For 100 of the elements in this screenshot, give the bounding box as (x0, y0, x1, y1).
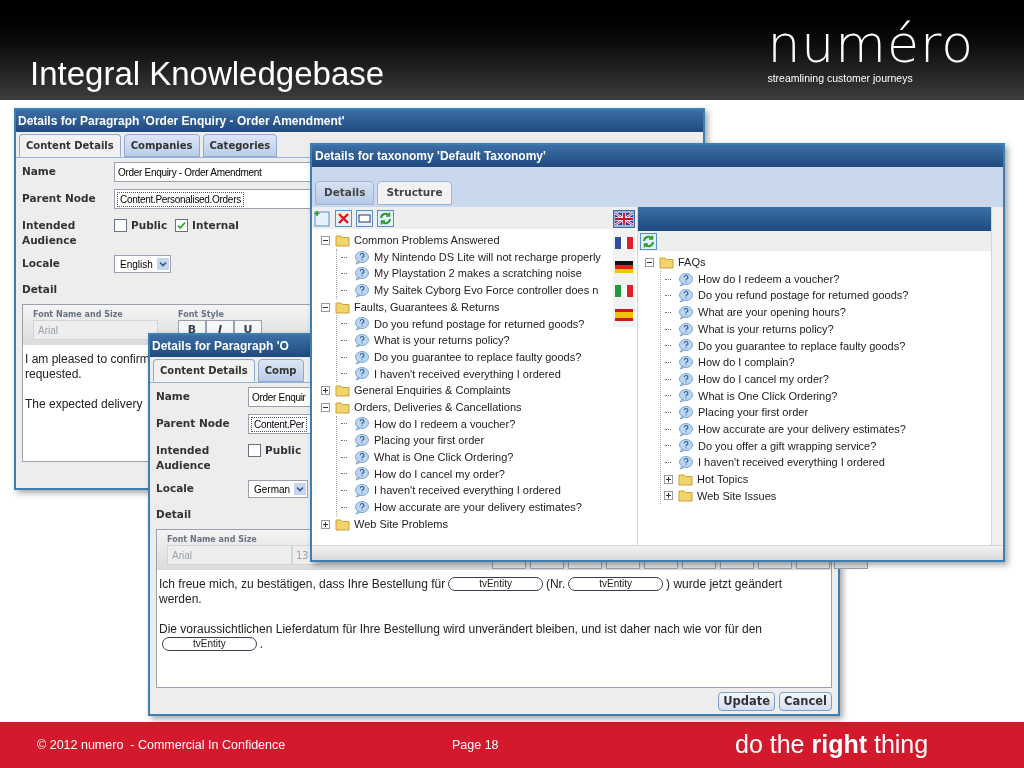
question-label[interactable]: What is your returns policy? (374, 332, 510, 349)
help-bubble-icon (678, 438, 694, 454)
help-bubble-icon (678, 304, 694, 320)
question-label[interactable]: Do you refund postage for returned goods? (374, 315, 585, 333)
help-bubble-icon (678, 455, 694, 471)
question-label[interactable]: My Nintendo DS Lite will not recharge properly (374, 248, 601, 266)
question-label[interactable]: How accurate are your delivery estimates? (698, 420, 906, 438)
editor-text: Ich freue mich, zu bestätigen, dass Ihre Bestellung für (159, 575, 446, 593)
collapse-icon[interactable] (644, 257, 654, 267)
add-icon[interactable] (314, 209, 331, 227)
tab[interactable]: Content Details (19, 134, 121, 157)
parent-node-value: Content.Personalised.Orders (117, 191, 244, 207)
folder-label[interactable]: Common Problems Answered (354, 232, 500, 249)
help-bubble-icon (354, 249, 370, 265)
editor-text: The expected delivery (25, 395, 143, 413)
folder-label[interactable]: Faults, Guarantees & Returns (354, 298, 500, 316)
expand-icon[interactable] (663, 474, 673, 484)
question-label[interactable]: I haven't received everything I ordered (374, 482, 561, 499)
checkbox-label: Internal (192, 218, 239, 233)
help-bubble-icon (678, 338, 694, 354)
collapse-icon[interactable] (320, 302, 330, 312)
question-label[interactable]: Do you refund postage for returned goods? (698, 287, 909, 304)
parent-node-value: Content.Per (251, 416, 308, 432)
editor-text: (Nr. (545, 575, 566, 593)
toolbar-label: Font Name and Size (33, 309, 124, 320)
collapse-icon[interactable] (320, 402, 330, 412)
help-bubble-icon (354, 332, 370, 348)
checkbox[interactable] (248, 444, 261, 458)
tab[interactable]: Comp (257, 359, 304, 382)
refresh-icon[interactable] (640, 232, 657, 250)
folder-label[interactable]: FAQs (678, 254, 706, 271)
locale-dropdown[interactable]: German (248, 480, 309, 498)
question-label[interactable]: Placing your first order (374, 432, 485, 449)
rename-icon[interactable] (356, 209, 373, 227)
vertical-scrollbar[interactable] (991, 207, 1003, 545)
collapse-icon[interactable] (320, 235, 330, 245)
folder-label[interactable]: Hot Topics (697, 471, 749, 488)
field-label: Name (156, 389, 191, 405)
question-label[interactable]: How do I redeem a voucher? (374, 415, 516, 433)
folder-label[interactable]: Web Site Issues (697, 487, 777, 505)
folder-label[interactable]: Web Site Problems (354, 515, 448, 533)
tab[interactable]: Content Details (153, 359, 255, 382)
question-label[interactable]: Placing your first order (698, 404, 809, 421)
question-label[interactable]: What is your returns policy? (698, 320, 834, 338)
checkbox-label: Public (265, 443, 302, 458)
help-bubble-icon (354, 316, 370, 332)
tab[interactable]: Categories (202, 134, 278, 157)
expand-icon[interactable] (663, 491, 673, 501)
window-title: Details for Paragraph 'Order Enquiry - Order Amendment' (16, 110, 703, 132)
tab[interactable]: Companies (123, 134, 200, 157)
help-bubble-icon (354, 483, 370, 499)
copyright-text: © 2012 numero - Commercial In Confidence (36, 736, 287, 754)
field-label: Locale (156, 481, 195, 497)
help-bubble-icon (678, 288, 694, 304)
expand-icon[interactable] (320, 519, 330, 529)
field-label: Detail (22, 282, 58, 298)
folder-label[interactable]: Orders, Deliveries & Cancellations (354, 398, 522, 416)
dialog-button[interactable]: Cancel (779, 691, 832, 711)
dialog-button[interactable]: Update (718, 691, 776, 711)
question-label[interactable]: I haven't received everything I ordered (374, 365, 561, 383)
question-label[interactable]: How do I cancel my order? (374, 465, 505, 483)
checkbox[interactable] (114, 219, 127, 233)
tab[interactable]: Structure (377, 181, 452, 205)
question-label[interactable]: My Playstation 2 makes a scratching noise (374, 265, 582, 282)
toolbar-label: Font Style (178, 309, 225, 320)
chevron-down-icon (294, 483, 307, 495)
question-label[interactable]: I haven't received everything I ordered (698, 454, 885, 471)
question-label[interactable]: How accurate are your delivery estimates? (374, 499, 582, 516)
folder-icon (335, 233, 350, 247)
checkbox[interactable] (175, 219, 189, 233)
question-label[interactable]: How do I complain? (698, 354, 795, 371)
field-label: Parent Node (156, 416, 231, 432)
help-bubble-icon (354, 433, 370, 449)
question-label[interactable]: What is One Click Ordering? (698, 387, 838, 405)
slide-title: Integral Knowledgebase (30, 54, 385, 94)
expand-icon[interactable] (320, 386, 330, 396)
help-bubble-icon (354, 449, 370, 465)
folder-icon (678, 472, 693, 486)
refresh-icon[interactable] (377, 209, 394, 227)
question-label[interactable]: How do I cancel my order? (698, 370, 829, 388)
field-label: Detail (156, 507, 192, 523)
question-label[interactable]: What is One Click Ordering? (374, 449, 514, 466)
locale-dropdown[interactable]: English (114, 255, 171, 273)
help-bubble-icon (354, 466, 370, 482)
help-bubble-icon (354, 416, 370, 432)
question-label[interactable]: My Saitek Cyborg Evo Force controller does n (374, 282, 599, 299)
folder-icon (335, 300, 350, 314)
help-bubble-icon (678, 421, 694, 437)
tab[interactable]: Details (315, 181, 375, 205)
folder-label[interactable]: General Enquiries & Complaints (354, 382, 511, 399)
question-label[interactable]: Do you offer a gift wrapping service? (698, 437, 877, 455)
editor-text: requested. (25, 366, 82, 383)
question-label[interactable]: What are your opening hours? (698, 304, 846, 321)
delete-icon[interactable] (335, 209, 352, 227)
help-bubble-icon (678, 321, 694, 337)
horizontal-scrollbar[interactable] (312, 545, 1003, 560)
checkbox-label: Public (131, 218, 168, 233)
help-bubble-icon (354, 282, 370, 298)
editor-text: Die voraussichtlichen Lieferdatum für Ihre Bestellung wird unverändert bleiben, und ist daher nach wie vor für den (159, 620, 762, 638)
question-label[interactable]: How do I redeem a voucher? (698, 270, 840, 288)
